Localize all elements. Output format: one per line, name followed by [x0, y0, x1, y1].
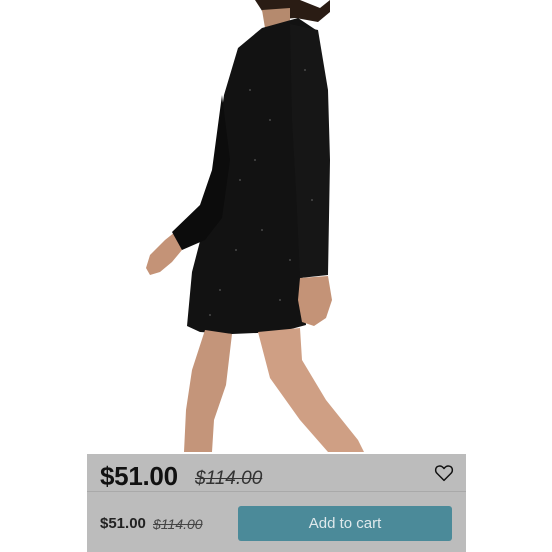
add-to-cart-bar: $51.00 $114.00 Add to cart [87, 492, 466, 552]
product-image [0, 0, 552, 455]
original-price: $114.00 [195, 468, 263, 489]
price-bar: $51.00 $114.00 [87, 454, 466, 492]
add-to-cart-button[interactable]: Add to cart [238, 506, 452, 541]
cart-original-price: $114.00 [153, 516, 203, 532]
cart-sale-price: $51.00 [100, 515, 146, 532]
heart-outline-icon[interactable] [434, 464, 454, 482]
product-photo-illustration [146, 0, 364, 452]
sale-price: $51.00 [100, 461, 178, 491]
